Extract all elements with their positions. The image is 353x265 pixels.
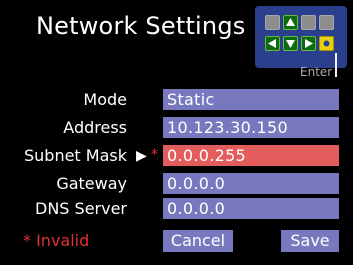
- enter-circle-icon: [323, 40, 330, 47]
- down-arrow-icon: [286, 40, 295, 48]
- mode-field[interactable]: Static: [163, 89, 339, 110]
- keypad-blank-key-1[interactable]: [265, 15, 280, 30]
- address-row: Address 10.123.30.150: [0, 117, 353, 139]
- keypad-right-key[interactable]: [301, 36, 316, 51]
- address-field[interactable]: 10.123.30.150: [163, 117, 339, 138]
- keypad-left-key[interactable]: [265, 36, 280, 51]
- page-title: Network Settings: [36, 12, 246, 40]
- keypad-down-key[interactable]: [283, 36, 298, 51]
- mode-row: Mode Static: [0, 89, 353, 111]
- dns-server-label: DNS Server: [35, 199, 127, 218]
- dns-server-field[interactable]: 0.0.0.0: [163, 198, 339, 219]
- keypad-enter-key[interactable]: [319, 36, 334, 51]
- gateway-row: Gateway 0.0.0.0: [0, 173, 353, 195]
- keypad-blank-key-3[interactable]: [319, 15, 334, 30]
- invalid-note: * Invalid: [23, 231, 90, 250]
- subnet-mask-label: Subnet Mask: [23, 146, 127, 165]
- up-arrow-icon: [286, 18, 295, 26]
- selection-arrow-icon: ▶: [136, 148, 147, 164]
- subnet-mask-row: Subnet Mask ▶ * 0.0.0.255: [0, 145, 353, 167]
- cancel-button[interactable]: Cancel: [163, 230, 233, 252]
- mode-label: Mode: [83, 90, 127, 109]
- enter-key-caption: Enter: [300, 65, 333, 79]
- enter-pointer-line: [335, 53, 337, 77]
- keypad-blank-key-2[interactable]: [301, 15, 316, 30]
- dns-server-row: DNS Server 0.0.0.0: [0, 198, 353, 220]
- save-button[interactable]: Save: [281, 230, 339, 252]
- gateway-field[interactable]: 0.0.0.0: [163, 173, 339, 194]
- gateway-label: Gateway: [56, 174, 127, 193]
- invalid-marker: *: [151, 147, 158, 163]
- subnet-mask-field[interactable]: 0.0.0.255: [163, 145, 339, 166]
- keypad-up-key[interactable]: [283, 15, 298, 30]
- keypad-panel: [255, 6, 347, 68]
- address-label: Address: [63, 118, 127, 137]
- right-arrow-icon: [305, 39, 313, 48]
- left-arrow-icon: [268, 39, 276, 48]
